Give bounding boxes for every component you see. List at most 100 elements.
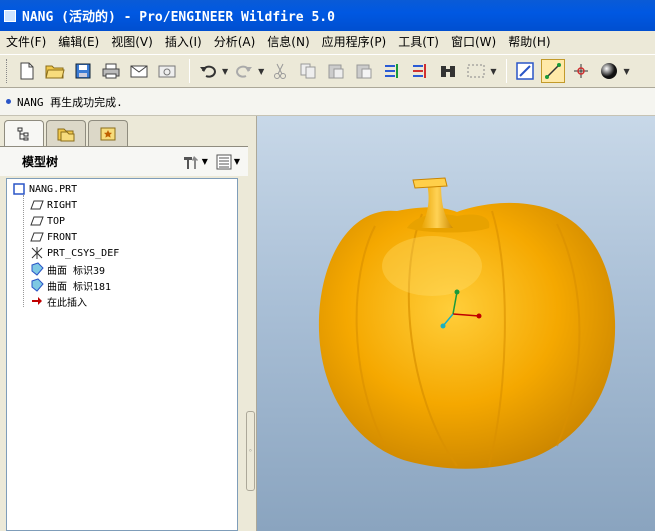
message-text: NANG 再生成功完成. [17,95,123,109]
tree-item-right[interactable]: RIGHT [29,197,77,213]
tree-root-item[interactable]: NANG.PRT [11,181,77,197]
menu-window[interactable]: 窗口(W) [445,31,502,54]
message-area: NANG 再生成功完成. [0,88,655,116]
select-dropdown-icon[interactable]: ▼ [490,67,496,76]
tree-item-surface-39[interactable]: 曲面 标识39 [29,261,105,277]
application-window: NANG (活动的) - Pro/ENGINEER Wildfire 5.0 文… [0,0,655,531]
paste-special-button[interactable] [352,59,376,83]
box-select-icon [467,64,485,78]
save-button[interactable] [71,59,95,83]
binoculars-icon [441,66,456,77]
tab-favorites[interactable] [88,120,128,146]
surface-icon [29,278,45,292]
menu-bar: 文件(F) 编辑(E) 视图(V) 插入(I) 分析(A) 信息(N) 应用程序… [0,31,655,54]
printer-icon [102,63,120,79]
datum-plane-icon [29,230,45,244]
tools-icon [183,155,198,169]
tree-item-label: FRONT [47,231,78,243]
navigator-sash-handle[interactable]: ◦ [246,411,255,491]
copy-button[interactable] [296,59,320,83]
datum-plane-icon [29,214,45,228]
tree-item-top[interactable]: TOP [29,213,65,229]
new-file-button[interactable] [15,59,39,83]
copy-icon [300,63,316,79]
tree-show-button[interactable]: ▼ [216,154,240,170]
tab-model-tree[interactable] [4,120,44,147]
tree-item-front[interactable]: FRONT [29,229,77,245]
point-display-button[interactable] [569,59,593,83]
message-bullet-icon [6,99,11,104]
undo-button[interactable] [196,59,220,83]
menu-view[interactable]: 视图(V) [105,31,159,54]
navigator-panel: 模型树 ▼ ▼ NANG.PRT RIGHT TOP FRONT PRT_CSY… [0,116,257,531]
regenerate-icon [385,64,399,78]
menu-applications[interactable]: 应用程序(P) [316,31,393,54]
shading-dropdown-icon[interactable]: ▼ [623,67,629,76]
menu-file[interactable]: 文件(F) [0,31,52,54]
tree-root-label: NANG.PRT [29,183,78,195]
window-title: NANG (活动的) - Pro/ENGINEER Wildfire 5.0 [22,10,335,25]
undo-icon [200,65,216,78]
model-render [318,177,616,469]
open-file-button[interactable] [43,59,67,83]
regenerate-button[interactable] [380,59,404,83]
print-button[interactable] [99,59,123,83]
open-folder-icon [45,65,65,79]
insert-here-arrow-icon [29,294,45,308]
tree-item-csys[interactable]: PRT_CSYS_DEF [29,245,119,261]
menu-tools[interactable]: 工具(T) [392,31,445,54]
app-icon [4,9,16,22]
menu-analysis[interactable]: 分析(A) [208,31,262,54]
tree-item-label: RIGHT [47,199,78,211]
regen-manager-button[interactable] [408,59,432,83]
tree-item-insert-here[interactable]: 在此插入 [29,293,87,309]
pumpkin-stem[interactable] [407,177,490,233]
new-file-icon [20,62,34,80]
paste-button[interactable] [324,59,348,83]
graphics-viewport[interactable] [257,116,655,531]
regen-manager-icon [413,64,427,78]
tree-settings-button[interactable]: ▼ [182,154,208,170]
send-mail-button[interactable] [127,59,151,83]
shaded-sphere-icon [601,63,618,79]
datum-point-display-icon [574,64,589,78]
send-link-button[interactable] [155,59,179,83]
datum-axis-display-icon [545,63,562,79]
tree-settings-dropdown-icon[interactable]: ▼ [202,157,208,166]
navigator-tabs [4,120,130,147]
tree-item-label: 曲面 标识181 [47,281,112,293]
surface-icon [29,262,45,276]
plane-display-button[interactable] [513,59,537,83]
undo-dropdown-icon[interactable]: ▼ [222,67,228,76]
model-tree: NANG.PRT RIGHT TOP FRONT PRT_CSYS_DEF 曲面… [6,178,238,531]
menu-info[interactable]: 信息(N) [261,31,315,54]
tab-folder-browser[interactable] [46,120,86,146]
model-tree-header: 模型树 ▼ ▼ [0,146,248,176]
save-disk-icon [75,63,91,79]
toolbar-separator [506,59,508,83]
datum-plane-icon [29,198,45,212]
menu-help[interactable]: 帮助(H) [502,31,556,54]
pumpkin-body[interactable] [318,202,616,469]
main-toolbar: ▼ ▼ ▼ ▼ [0,54,655,88]
part-icon [11,182,27,196]
tree-item-label: PRT_CSYS_DEF [47,247,120,259]
redo-dropdown-icon[interactable]: ▼ [258,67,264,76]
find-button[interactable] [436,59,460,83]
favorites-star-icon [100,127,116,140]
paste-icon [328,64,344,79]
select-box-button[interactable] [464,59,488,83]
model-tree-title: 模型树 [22,155,59,169]
menu-edit[interactable]: 编辑(E) [52,31,105,54]
tree-item-label: TOP [47,215,66,227]
tree-show-dropdown-icon[interactable]: ▼ [234,157,240,166]
toolbar-grip[interactable] [6,59,9,83]
axis-display-button[interactable] [541,59,566,83]
tree-item-surface-181[interactable]: 曲面 标识181 [29,277,111,293]
menu-insert[interactable]: 插入(I) [159,31,208,54]
redo-button[interactable] [232,59,256,83]
shading-button[interactable] [597,59,621,83]
cut-button[interactable] [268,59,292,83]
list-options-icon [216,154,232,169]
datum-plane-display-icon [516,62,535,80]
